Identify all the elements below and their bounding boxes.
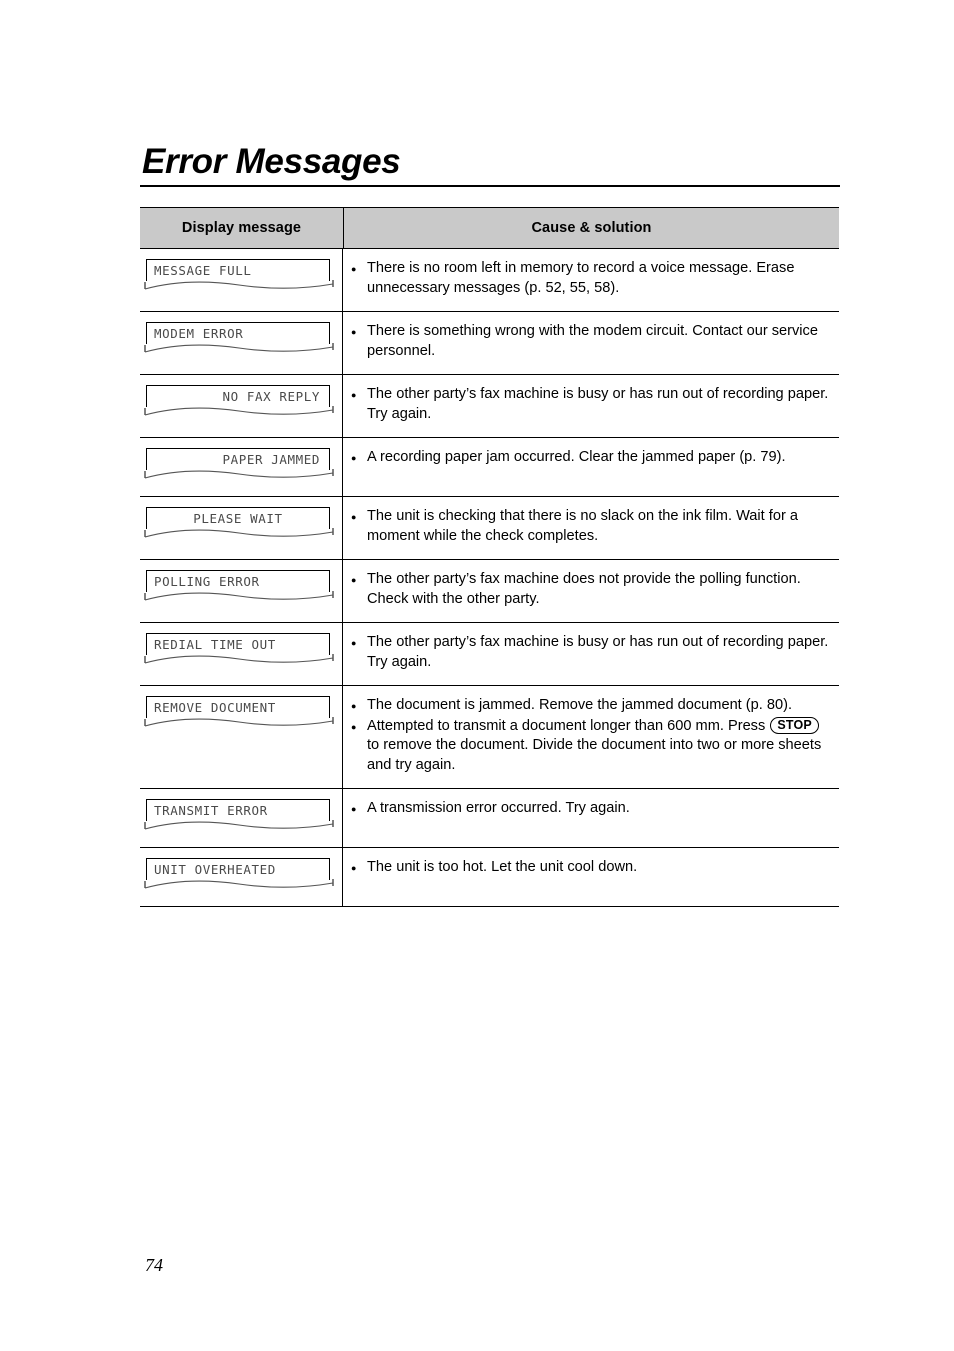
lcd-torn-edge-icon	[144, 716, 334, 732]
table-row: UNIT OVERHEATED The unit is too hot. Let …	[140, 848, 839, 907]
display-message-cell: TRANSMIT ERROR	[140, 789, 343, 847]
lcd-display: MESSAGE FULL	[144, 259, 334, 295]
cause-solution-cell: A recording paper jam occurred. Clear th…	[343, 438, 839, 496]
list-item: The other party’s fax machine is busy or…	[351, 633, 831, 672]
title-block: Error Messages	[140, 142, 840, 187]
table-row: REDIAL TIME OUT The other party’s fax mac…	[140, 623, 839, 686]
cause-solution-list: The document is jammed. Remove the jamme…	[351, 696, 831, 775]
list-item: A recording paper jam occurred. Clear th…	[351, 448, 831, 468]
table-row: TRANSMIT ERROR A transmission error occur…	[140, 789, 839, 848]
lcd-display: REMOVE DOCUMENT	[144, 696, 334, 732]
cause-solution-list: The unit is checking that there is no sl…	[351, 507, 831, 546]
lcd-torn-edge-icon	[144, 653, 334, 669]
lcd-message-text: PAPER JAMMED	[222, 452, 320, 467]
lcd-torn-edge-icon	[144, 405, 334, 421]
display-message-cell: NO FAX REPLY	[140, 375, 343, 437]
table-header-cause-solution: Cause & solution	[344, 208, 839, 248]
table-header-row: Display message Cause & solution	[140, 208, 839, 249]
lcd-message-text: REDIAL TIME OUT	[154, 637, 276, 652]
display-message-cell: PLEASE WAIT	[140, 497, 343, 559]
cause-solution-list: The other party’s fax machine is busy or…	[351, 385, 831, 424]
lcd-message-text: MESSAGE FULL	[154, 263, 252, 278]
cause-solution-cell: The document is jammed. Remove the jamme…	[343, 686, 839, 788]
lcd-display: PLEASE WAIT	[144, 507, 334, 543]
cause-solution-cell: There is something wrong with the modem …	[343, 312, 839, 374]
cause-solution-cell: The other party’s fax machine is busy or…	[343, 623, 839, 685]
list-item-text: Attempted to transmit a document longer …	[367, 717, 770, 734]
lcd-message-text: POLLING ERROR	[154, 574, 260, 589]
cause-solution-list: There is something wrong with the modem …	[351, 322, 831, 361]
list-item-text-cont: to remove the document. Divide the docum…	[367, 737, 822, 773]
table-header-display-message-label: Display message	[181, 220, 302, 236]
table-row: PAPER JAMMED A recording paper jam occurr…	[140, 438, 839, 497]
lcd-display: PAPER JAMMED	[144, 448, 334, 484]
error-messages-table: Display message Cause & solution MESSAGE…	[140, 207, 839, 907]
title-underline	[140, 185, 840, 187]
lcd-display: MODEM ERROR	[144, 322, 334, 358]
lcd-display: TRANSMIT ERROR	[144, 799, 334, 835]
lcd-message-text: UNIT OVERHEATED	[154, 862, 276, 877]
display-message-cell: MESSAGE FULL	[140, 249, 343, 311]
lcd-torn-edge-icon	[144, 527, 334, 543]
cause-solution-cell: The unit is checking that there is no sl…	[343, 497, 839, 559]
list-item: Attempted to transmit a document longer …	[351, 716, 831, 776]
list-item: The other party’s fax machine is busy or…	[351, 385, 831, 424]
page-title: Error Messages	[142, 142, 401, 181]
list-item: The other party’s fax machine does not p…	[351, 570, 831, 609]
lcd-display: REDIAL TIME OUT	[144, 633, 334, 669]
lcd-message-text: REMOVE DOCUMENT	[154, 700, 276, 715]
table-row: NO FAX REPLY The other party’s fax machin…	[140, 375, 839, 438]
list-item: The unit is checking that there is no sl…	[351, 507, 831, 546]
table-body: MESSAGE FULL There is no room left in mem…	[140, 249, 839, 907]
cause-solution-cell: The unit is too hot. Let the unit cool d…	[343, 848, 839, 906]
display-message-cell: REMOVE DOCUMENT	[140, 686, 343, 788]
display-message-cell: UNIT OVERHEATED	[140, 848, 343, 906]
lcd-message-text: MODEM ERROR	[154, 326, 244, 341]
cause-solution-list: A transmission error occurred. Try again…	[351, 799, 831, 819]
lcd-display: NO FAX REPLY	[144, 385, 334, 421]
lcd-torn-edge-icon	[144, 590, 334, 606]
document-page: Error Messages Display message Cause & s…	[0, 0, 954, 1351]
lcd-message-text: TRANSMIT ERROR	[154, 803, 268, 818]
list-item: The document is jammed. Remove the jamme…	[351, 696, 831, 716]
cause-solution-cell: There is no room left in memory to recor…	[343, 249, 839, 311]
cause-solution-list: The other party’s fax machine is busy or…	[351, 633, 831, 672]
list-item: There is no room left in memory to recor…	[351, 259, 831, 298]
list-item: There is something wrong with the modem …	[351, 322, 831, 361]
lcd-torn-edge-icon	[144, 279, 334, 295]
cause-solution-list: A recording paper jam occurred. Clear th…	[351, 448, 831, 468]
table-header-display-message: Display message	[140, 208, 344, 248]
list-item: A transmission error occurred. Try again…	[351, 799, 831, 819]
cause-solution-list: The unit is too hot. Let the unit cool d…	[351, 858, 831, 878]
display-message-cell: MODEM ERROR	[140, 312, 343, 374]
lcd-message-text: NO FAX REPLY	[222, 389, 320, 404]
cause-solution-list: The other party’s fax machine does not p…	[351, 570, 831, 609]
lcd-torn-edge-icon	[144, 819, 334, 835]
cause-solution-cell: The other party’s fax machine is busy or…	[343, 375, 839, 437]
display-message-cell: PAPER JAMMED	[140, 438, 343, 496]
table-header-cause-solution-label: Cause & solution	[531, 220, 652, 236]
display-message-cell: POLLING ERROR	[140, 560, 343, 622]
stop-button-key: STOP	[770, 716, 819, 734]
display-message-cell: REDIAL TIME OUT	[140, 623, 343, 685]
table-row: PLEASE WAIT The unit is checking that the…	[140, 497, 839, 560]
lcd-torn-edge-icon	[144, 468, 334, 484]
lcd-display: UNIT OVERHEATED	[144, 858, 334, 894]
table-row: REMOVE DOCUMENT The document is jammed. R…	[140, 686, 839, 789]
page-number: 74	[145, 1255, 163, 1275]
table-row: POLLING ERROR The other party’s fax machi…	[140, 560, 839, 623]
lcd-message-text: PLEASE WAIT	[193, 511, 283, 526]
cause-solution-cell: The other party’s fax machine does not p…	[343, 560, 839, 622]
cause-solution-cell: A transmission error occurred. Try again…	[343, 789, 839, 847]
cause-solution-list: There is no room left in memory to recor…	[351, 259, 831, 298]
list-item: The unit is too hot. Let the unit cool d…	[351, 858, 831, 878]
lcd-display: POLLING ERROR	[144, 570, 334, 606]
table-row: MODEM ERROR There is something wrong with…	[140, 312, 839, 375]
lcd-torn-edge-icon	[144, 878, 334, 894]
lcd-torn-edge-icon	[144, 342, 334, 358]
table-row: MESSAGE FULL There is no room left in mem…	[140, 249, 839, 312]
